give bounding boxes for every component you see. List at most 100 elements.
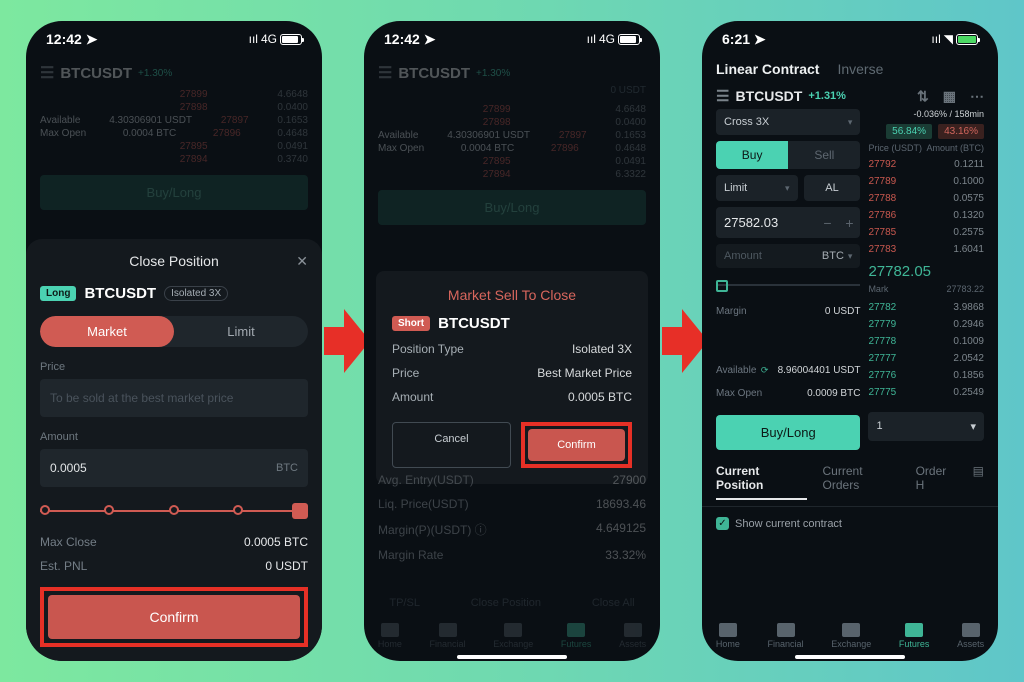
location-icon: ➤: [86, 31, 98, 47]
al-button[interactable]: AL: [804, 175, 861, 201]
position-type-value: Isolated 3X: [572, 342, 632, 356]
price-label: Price: [40, 361, 308, 373]
available-value: 8.96004401 USDT: [778, 365, 861, 376]
order-type-segment: Market Limit: [40, 316, 308, 347]
tab-current-orders[interactable]: Current Orders: [823, 464, 900, 500]
amount-input-box[interactable]: Amount BTC ▾: [716, 244, 860, 268]
buy-long-button-dimmed: Buy/Long: [378, 190, 646, 225]
menu-icon: ☰: [40, 63, 54, 83]
buy-long-button[interactable]: Buy/Long: [716, 415, 860, 450]
chevron-down-icon: ▾: [785, 183, 790, 194]
tab-current-position[interactable]: Current Position: [716, 464, 807, 500]
network-label: 4G: [261, 32, 277, 46]
currency-select[interactable]: BTC: [822, 250, 844, 262]
bottom-nav: Home Financial Exchange Futures Assets: [364, 617, 660, 655]
chart-icon[interactable]: ⇅: [917, 88, 929, 105]
nav-home[interactable]: Home: [716, 623, 740, 649]
trading-background-dimmed: ☰ BTCUSDT +1.30% 278994.6648 278980.0400…: [26, 63, 322, 210]
signal-icon: ııl: [249, 32, 258, 46]
bid-row[interactable]: 277780.1009: [868, 334, 984, 349]
symbol: BTCUSDT: [398, 65, 470, 82]
confirm-dialog: Market Sell To Close Short BTCUSDT Posit…: [376, 271, 648, 484]
dialog-symbol: BTCUSDT: [438, 315, 510, 332]
location-icon: ➤: [754, 31, 766, 47]
depth-select[interactable]: 1▾: [868, 412, 984, 441]
funding-rate: -0.036% / 158min: [868, 109, 984, 119]
price-label: Price: [392, 366, 419, 380]
symbol[interactable]: BTCUSDT: [735, 88, 802, 104]
available-label: Available: [716, 365, 756, 376]
clock: 6:21: [722, 31, 750, 47]
bid-row[interactable]: 277760.1856: [868, 368, 984, 383]
nav-exchange[interactable]: Exchange: [493, 623, 533, 649]
price-input[interactable]: 27582.03: [716, 207, 816, 238]
highlight-box: Confirm: [521, 422, 632, 468]
futures-icon: [567, 623, 585, 637]
phone-screen-3: 6:21 ➤ ııl ◥ Linear Contract Inverse ☰ B…: [702, 21, 998, 661]
last-price: 27782.05: [868, 263, 931, 280]
tab-order-history[interactable]: Order H: [916, 464, 957, 500]
dialog-title: Market Sell To Close: [392, 287, 632, 303]
long-badge: Long: [40, 286, 76, 301]
tab-inverse[interactable]: Inverse: [837, 61, 883, 77]
tab-linear[interactable]: Linear Contract: [716, 61, 819, 77]
exchange-icon: [504, 623, 522, 637]
nav-financial[interactable]: Financial: [430, 623, 466, 649]
ask-row[interactable]: 277860.1320: [868, 208, 984, 223]
ask-row[interactable]: 277880.0575: [868, 191, 984, 206]
order-type-select[interactable]: Limit▾: [716, 175, 798, 201]
slider-handle-icon[interactable]: [716, 280, 728, 292]
confirm-button[interactable]: Confirm: [48, 595, 300, 639]
bid-row[interactable]: 277750.2549: [868, 385, 984, 400]
ob-amount-header: Amount (BTC): [926, 143, 984, 153]
nav-futures[interactable]: Futures: [561, 623, 592, 649]
amount-label: Amount: [392, 390, 433, 404]
bid-row[interactable]: 277823.9868: [868, 300, 984, 315]
close-icon[interactable]: ✕: [296, 253, 308, 270]
menu-icon[interactable]: ☰: [716, 87, 729, 105]
short-ratio: 43.16%: [938, 124, 984, 139]
leverage-select[interactable]: Cross 3X▾: [716, 109, 860, 135]
amount-input[interactable]: [40, 449, 266, 487]
status-bar: 12:42 ➤ ııl 4G: [26, 21, 322, 57]
buy-tab[interactable]: Buy: [716, 141, 788, 169]
slider-handle-icon[interactable]: [292, 503, 308, 519]
tab-market[interactable]: Market: [40, 316, 174, 347]
bid-row[interactable]: 277790.2946: [868, 317, 984, 332]
arrow-icon: [324, 309, 362, 373]
cancel-button[interactable]: Cancel: [392, 422, 511, 468]
nav-assets[interactable]: Assets: [619, 623, 646, 649]
ask-row[interactable]: 277890.1000: [868, 174, 984, 189]
refresh-icon[interactable]: ⟳: [758, 365, 768, 375]
bid-row[interactable]: 277772.0542: [868, 351, 984, 366]
minus-button[interactable]: −: [816, 215, 838, 231]
phone-screen-2: 12:42 ➤ ııl 4G ☰ BTCUSDT +1.30% 0 USDT 2…: [364, 21, 660, 661]
document-icon[interactable]: ▤: [973, 464, 984, 500]
nav-financial[interactable]: Financial: [768, 623, 804, 649]
checkbox-checked[interactable]: ✓: [716, 517, 729, 530]
confirm-button[interactable]: Confirm: [528, 429, 625, 461]
more-icon[interactable]: ⋯: [970, 88, 984, 105]
ask-row[interactable]: 277831.6041: [868, 242, 984, 257]
calculator-icon[interactable]: ▦: [943, 88, 956, 105]
buy-long-button-dimmed: Buy/Long: [40, 175, 308, 210]
highlight-box: Confirm: [40, 587, 308, 647]
sell-tab[interactable]: Sell: [788, 141, 860, 169]
nav-futures[interactable]: Futures: [899, 623, 930, 649]
amount-slider[interactable]: [40, 497, 308, 525]
chart-icon: [439, 623, 457, 637]
nav-home[interactable]: Home: [378, 623, 402, 649]
nav-assets[interactable]: Assets: [957, 623, 984, 649]
status-bar: 12:42 ➤ ııl 4G: [364, 21, 660, 57]
home-icon: [381, 623, 399, 637]
tab-limit[interactable]: Limit: [174, 316, 308, 347]
short-badge: Short: [392, 316, 430, 331]
nav-exchange[interactable]: Exchange: [831, 623, 871, 649]
ask-row[interactable]: 277920.1211: [868, 157, 984, 172]
plus-button[interactable]: +: [838, 215, 860, 231]
ask-row[interactable]: 277850.2575: [868, 225, 984, 240]
amount-slider[interactable]: [716, 276, 860, 294]
margin-value: 0 USDT: [825, 306, 861, 317]
max-close-value: 0.0005 BTC: [244, 535, 308, 549]
location-icon: ➤: [424, 31, 436, 47]
